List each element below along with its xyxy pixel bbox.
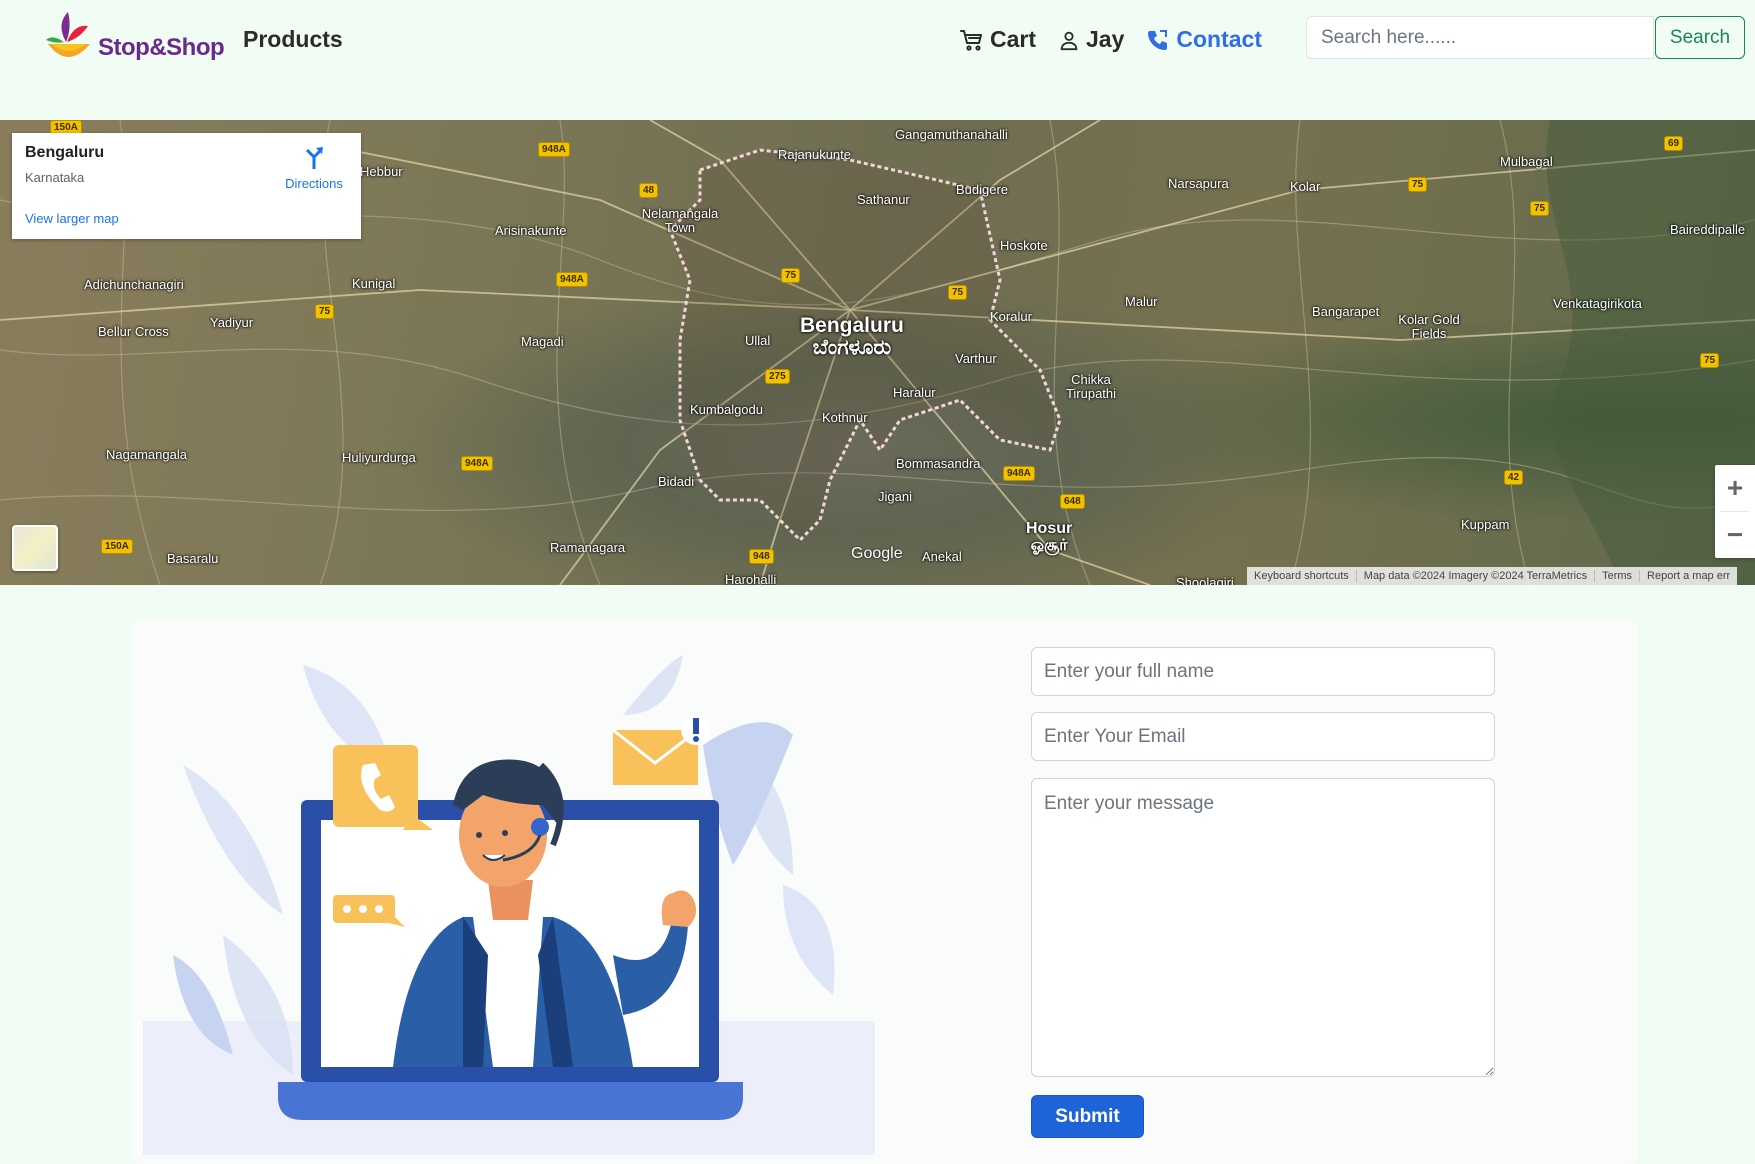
map-label-varthur: Varthur	[955, 351, 997, 366]
nav-user-label: Jay	[1086, 26, 1125, 52]
phone-icon	[1148, 29, 1168, 50]
road-badge: 75	[1408, 177, 1428, 192]
map-label-basaralu: Basaralu	[167, 551, 219, 566]
map-label-gangamuthanahalli: Gangamuthanahalli	[895, 127, 1008, 142]
road-badge: 948	[749, 549, 774, 564]
view-larger-map-link[interactable]: View larger map	[25, 211, 119, 226]
map-attribution: Keyboard shortcuts Map data ©2024 Imager…	[1247, 567, 1738, 585]
map-label-hosur: Hosur ஓசூர்	[1026, 520, 1073, 554]
road-badge: 948A	[556, 272, 588, 287]
map-label-arisinakunte: Arisinakunte	[495, 223, 567, 238]
nav-cart-label: Cart	[990, 26, 1037, 52]
directions-icon	[305, 147, 323, 169]
nav-contact-link[interactable]: Contact	[1146, 26, 1262, 53]
keyboard-shortcuts-link[interactable]: Keyboard shortcuts	[1247, 570, 1357, 582]
place-subtitle: Karnataka	[25, 170, 85, 185]
map-label-bommasandra: Bommasandra	[896, 456, 981, 471]
brand-name: Stop&Shop	[98, 34, 225, 61]
road-badge: 75	[948, 285, 968, 300]
cart-icon	[960, 29, 982, 51]
zoom-in-button[interactable]: +	[1715, 465, 1755, 511]
map-label-hoskote: Hoskote	[1000, 238, 1048, 253]
map-label-hebbur: Hebbur	[360, 164, 403, 179]
map-label-koralur: Koralur	[990, 309, 1032, 324]
map-label-kumbalgodu: Kumbalgodu	[690, 402, 763, 417]
directions-label: Directions	[285, 176, 343, 191]
map-label-bengaluru: Bengaluru ಬೆಂಗಳೂರು	[800, 314, 904, 359]
map-label-budigere: Budigere	[956, 182, 1009, 197]
map-label-malur: Malur	[1125, 294, 1158, 309]
map-label-bidadi: Bidadi	[658, 474, 695, 489]
zoom-out-button[interactable]: −	[1715, 512, 1755, 558]
map-label-narsapura: Narsapura	[1168, 176, 1229, 191]
nav-contact-label: Contact	[1176, 26, 1263, 52]
road-badge: 48	[639, 183, 659, 198]
search-input[interactable]	[1306, 16, 1654, 59]
map-label-anekal: Anekal	[922, 549, 962, 564]
map-label-mulbagal: Mulbagal	[1500, 154, 1553, 169]
map-type-toggle[interactable]	[12, 525, 58, 571]
map-label-huliyurdurga: Huliyurdurga	[342, 450, 416, 465]
map-label-bellur-cross: Bellur Cross	[98, 324, 169, 339]
road-badge: 648	[1060, 494, 1085, 509]
map-label-shoolagiri: Shoolagiri	[1176, 575, 1234, 586]
map-place-card: Bengaluru Karnataka View larger map Dire…	[12, 133, 361, 239]
map-label-nelamangala: Nelamangala Town	[641, 206, 719, 235]
road-badge: 275	[765, 369, 790, 384]
nav-user-link[interactable]: Jay	[1058, 26, 1124, 53]
map-label-rajanukunte: Rajanukunte	[778, 147, 851, 162]
map-label-kuppam: Kuppam	[1461, 517, 1510, 532]
map-label-adichunchanagiri: Adichunchanagiri	[84, 277, 184, 292]
map-label-kolar: Kolar	[1290, 179, 1321, 194]
google-watermark: Google	[851, 545, 903, 562]
embedded-map[interactable]: Bengaluru ಬೆಂಗಳೂರು Hosur ஓசூர் Gangamuth…	[0, 120, 1755, 585]
map-label-kolar-gold-fields: Kolar Gold Fields	[1398, 312, 1460, 341]
message-textarea[interactable]	[1031, 778, 1495, 1077]
stop-and-shop-logo-icon	[46, 12, 90, 57]
road-badge: 69	[1664, 136, 1684, 151]
nav-right-links: Cart Jay Contact	[960, 26, 1262, 53]
map-label-kothnur: Kothnur	[822, 410, 868, 425]
brand-logo[interactable]: Stop&Shop	[42, 10, 225, 66]
map-zoom-control: + −	[1715, 465, 1755, 558]
directions-button[interactable]: Directions	[274, 145, 354, 191]
terms-link[interactable]: Terms	[1595, 570, 1641, 582]
map-label-yadiyur: Yadiyur	[210, 315, 254, 330]
map-label-sathanur: Sathanur	[857, 192, 910, 207]
map-label-jigani: Jigani	[878, 489, 912, 504]
full-name-input[interactable]	[1031, 647, 1495, 696]
road-badge: 75	[1530, 201, 1550, 216]
map-data-text: Map data ©2024 Imagery ©2024 TerraMetric…	[1357, 570, 1596, 582]
map-label-harohalli: Harohalli	[725, 572, 777, 586]
place-title: Bengaluru	[25, 144, 105, 161]
report-error-link[interactable]: Report a map err	[1640, 570, 1737, 582]
map-label-bangarapet: Bangarapet	[1312, 304, 1380, 319]
email-input[interactable]	[1031, 712, 1495, 761]
road-badge: 948A	[538, 142, 570, 157]
submit-button[interactable]: Submit	[1031, 1095, 1144, 1138]
road-badge: 42	[1504, 470, 1524, 485]
road-badge: 75	[1700, 353, 1720, 368]
map-label-haralur: Haralur	[893, 385, 936, 400]
navbar: Stop&Shop Products Cart Jay Contact Sear…	[0, 0, 1755, 120]
map-label-nagamangala: Nagamangala	[106, 447, 187, 462]
road-badge: 150A	[101, 539, 133, 554]
road-badge: 75	[781, 268, 801, 283]
map-label-kunigal: Kunigal	[352, 276, 396, 291]
nav-products-link[interactable]: Products	[243, 26, 343, 53]
search-form: Search	[1306, 16, 1745, 59]
road-badge: 948A	[1003, 466, 1035, 481]
map-label-ullal: Ullal	[745, 333, 771, 348]
road-badge: 75	[315, 304, 335, 319]
map-label-baireddipalle: Baireddipalle	[1670, 222, 1746, 237]
nav-cart-link[interactable]: Cart	[960, 26, 1036, 53]
user-icon	[1060, 31, 1078, 50]
map-label-magadi: Magadi	[521, 334, 564, 349]
map-label-venkatagirikota: Venkatagirikota	[1553, 296, 1642, 311]
map-label-chikka-tirupathi: Chikka Tirupathi	[1065, 372, 1117, 401]
customer-support-illustration	[143, 655, 875, 1155]
road-badge: 948A	[461, 456, 493, 471]
map-label-ramanagara: Ramanagara	[550, 540, 626, 555]
search-button[interactable]: Search	[1655, 16, 1745, 59]
